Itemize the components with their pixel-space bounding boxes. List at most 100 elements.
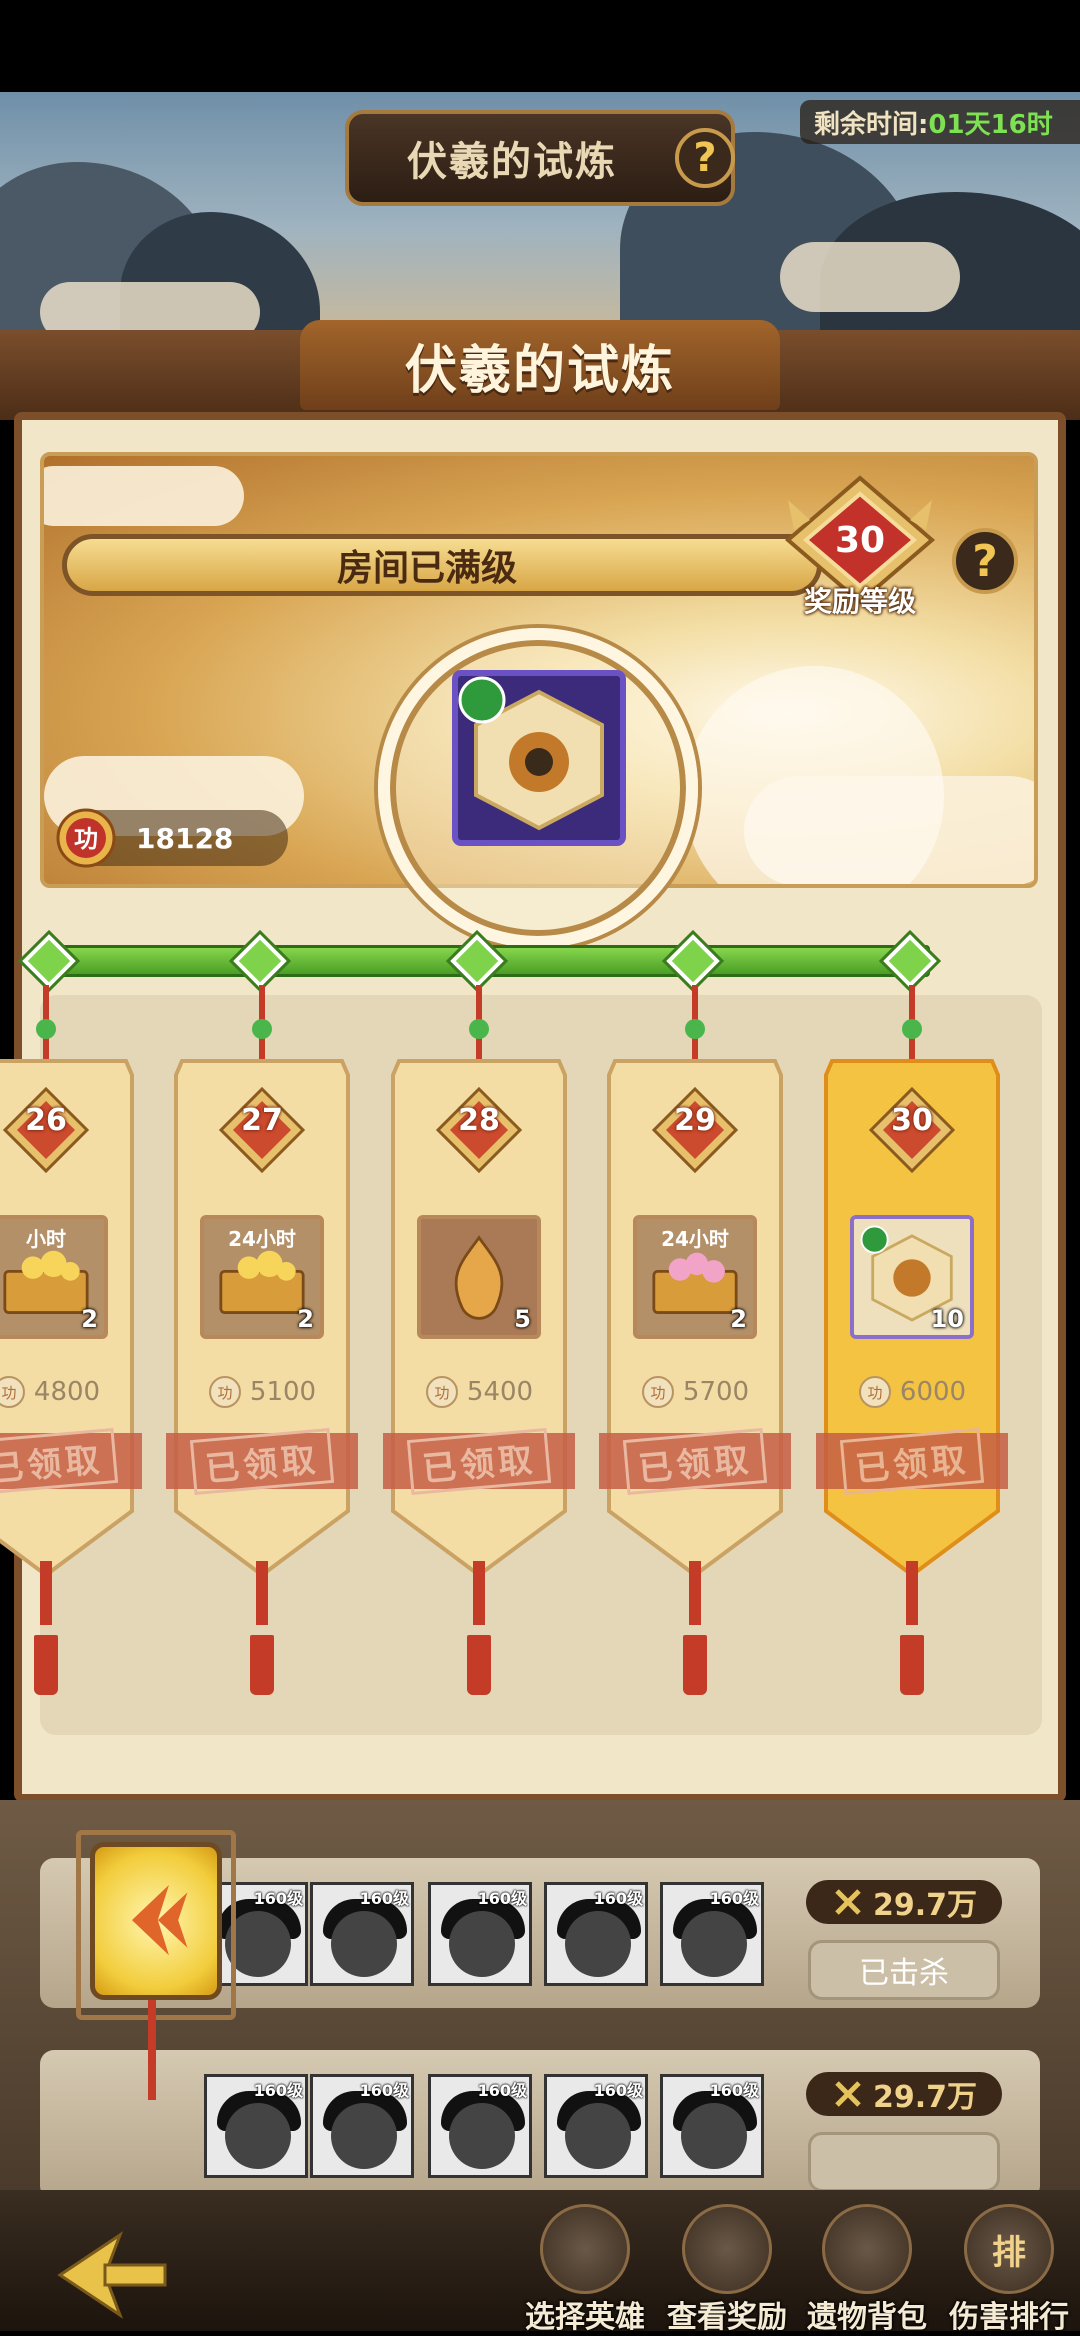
- hero-level: 160级: [593, 2081, 643, 2100]
- hero-level: 160级: [709, 2081, 759, 2100]
- hero-face: [565, 2103, 631, 2169]
- hero-level: 160级: [253, 2081, 303, 2100]
- bag-icon: [822, 2204, 912, 2294]
- event-help-button[interactable]: ?: [675, 128, 735, 188]
- cord-knot: [36, 1019, 56, 1039]
- question-icon: ?: [972, 535, 998, 587]
- hero-portrait[interactable]: 160级: [310, 1882, 414, 1986]
- tassel-cord: [689, 1561, 701, 1625]
- level-number: 27: [241, 1103, 283, 1138]
- hero-portrait[interactable]: 160级: [660, 1882, 764, 1986]
- merit-coin-icon: 功: [641, 1376, 674, 1408]
- merit-cost: 功 4800: [0, 1375, 136, 1409]
- event-title: 伏羲的试炼: [407, 139, 617, 185]
- tassel-cord: [40, 1561, 52, 1625]
- hero-level: 160级: [593, 1889, 643, 1908]
- hero-level: 160级: [253, 1889, 303, 1908]
- tassel-cord: [906, 1561, 918, 1625]
- hero-portrait[interactable]: 160级: [660, 2074, 764, 2178]
- panel-title: 伏羲的试炼: [404, 340, 675, 401]
- reward-level-label: 奖励等级: [803, 585, 916, 618]
- hero-portrait[interactable]: 160级: [428, 1882, 532, 1986]
- merit-coin-icon: 功: [56, 808, 116, 868]
- tassel: [467, 1635, 491, 1695]
- back-arrow-icon[interactable]: [50, 2230, 170, 2320]
- level-number: 30: [891, 1103, 933, 1138]
- hero-level: 160级: [709, 1889, 759, 1908]
- item-quantity: 10: [930, 1305, 964, 1333]
- hero-face: [331, 1911, 397, 1977]
- collapse-button[interactable]: [90, 1842, 222, 2000]
- merit-cost: 功 5400: [389, 1375, 569, 1409]
- hero-face: [565, 1911, 631, 1977]
- claimed-text: 已领取: [622, 1427, 768, 1495]
- time-remaining-value: 01天16时: [928, 109, 1053, 140]
- chest-icon: [682, 2204, 772, 2294]
- tassel-cord: [256, 1561, 268, 1625]
- nav-label: 查看奖励: [667, 2300, 787, 2335]
- tassel: [900, 1635, 924, 1695]
- tassel: [683, 1635, 707, 1695]
- tassel-cord: [473, 1561, 485, 1625]
- team-power-value: 29.7万: [872, 1888, 978, 1923]
- team-power: 29.7万: [806, 2072, 1002, 2116]
- merit-coin-icon: 功: [0, 1376, 25, 1408]
- hero-icon: [540, 2204, 630, 2294]
- reward-slot[interactable]: 24小时 2: [633, 1215, 757, 1339]
- claimed-stamp: 已领取: [599, 1427, 791, 1495]
- merit-cost-value: 4800: [33, 1377, 101, 1407]
- nav-bag[interactable]: 遗物背包: [802, 2200, 932, 2335]
- svg-text:功: 功: [434, 1384, 449, 1402]
- reward-help-button[interactable]: ?: [952, 528, 1018, 594]
- hero-portrait[interactable]: 160级: [544, 1882, 648, 1986]
- claimed-text: 已领取: [0, 1427, 119, 1495]
- hero-face: [449, 2103, 515, 2169]
- reward-slot[interactable]: 5: [417, 1215, 541, 1339]
- team-power-value: 29.7万: [872, 2080, 978, 2115]
- featured-reward-item[interactable]: [452, 670, 626, 846]
- challenge-status-button[interactable]: 已击杀: [808, 1940, 1000, 2000]
- hero-portrait[interactable]: 160级: [428, 2074, 532, 2178]
- merit-cost: 功 6000: [822, 1375, 1002, 1409]
- level-number: 29: [674, 1103, 716, 1138]
- reward-slot[interactable]: 10: [850, 1215, 974, 1339]
- reward-slot[interactable]: 小时 2: [0, 1215, 108, 1339]
- claimed-stamp: 已领取: [0, 1427, 142, 1495]
- reward-slot[interactable]: 24小时 2: [200, 1215, 324, 1339]
- item-quantity: 2: [81, 1305, 98, 1333]
- merit-coin-icon: 功: [425, 1376, 458, 1408]
- time-remaining-label: 剩余时间:: [814, 109, 929, 140]
- svg-text:功: 功: [217, 1384, 232, 1402]
- merit-cost: 功 5700: [605, 1375, 785, 1409]
- cord-knot: [685, 1019, 705, 1039]
- event-title-plate: 伏羲的试炼 ?: [345, 110, 735, 206]
- svg-text:功: 功: [1, 1384, 16, 1402]
- hero-face: [449, 1911, 515, 1977]
- hero-portrait[interactable]: 160级: [310, 2074, 414, 2178]
- milestone-card[interactable]: 30 10 功 6000 已领取: [816, 985, 1008, 1695]
- question-icon: ?: [693, 135, 717, 181]
- milestone-card[interactable]: 27 24小时 2 功 5100 已领取: [166, 985, 358, 1695]
- milestone-card[interactable]: 26 小时 2 功 4800 已领取: [0, 985, 142, 1695]
- svg-text:功: 功: [74, 825, 98, 853]
- status-bar: [0, 0, 1080, 92]
- nav-ranking[interactable]: 排 伤害排行: [944, 2200, 1074, 2335]
- hero-level: 160级: [477, 1889, 527, 1908]
- hero-face: [331, 2103, 397, 2169]
- hero-level: 160级: [359, 1889, 409, 1908]
- time-remaining: 剩余时间: 01天16时: [800, 100, 1080, 144]
- milestone-card[interactable]: 29 24小时 2 功 5700 已领取: [599, 985, 791, 1695]
- claimed-stamp: 已领取: [166, 1427, 358, 1495]
- merit-coin-icon: 功: [208, 1376, 241, 1408]
- claimed-text: 已领取: [189, 1427, 335, 1495]
- hero-portrait[interactable]: 160级: [204, 2074, 308, 2178]
- nav-hero[interactable]: 选择英雄: [520, 2200, 650, 2335]
- team-power: 29.7万: [806, 1880, 1002, 1924]
- milestone-card[interactable]: 28 5 功 5400 已领取: [383, 985, 575, 1695]
- cord-knot: [469, 1019, 489, 1039]
- hero-portrait[interactable]: 160级: [544, 2074, 648, 2178]
- cord-knot: [252, 1019, 272, 1039]
- claimed-text: 已领取: [839, 1427, 985, 1495]
- challenge-status-button[interactable]: [808, 2132, 1000, 2192]
- nav-chest[interactable]: 查看奖励: [662, 2200, 792, 2335]
